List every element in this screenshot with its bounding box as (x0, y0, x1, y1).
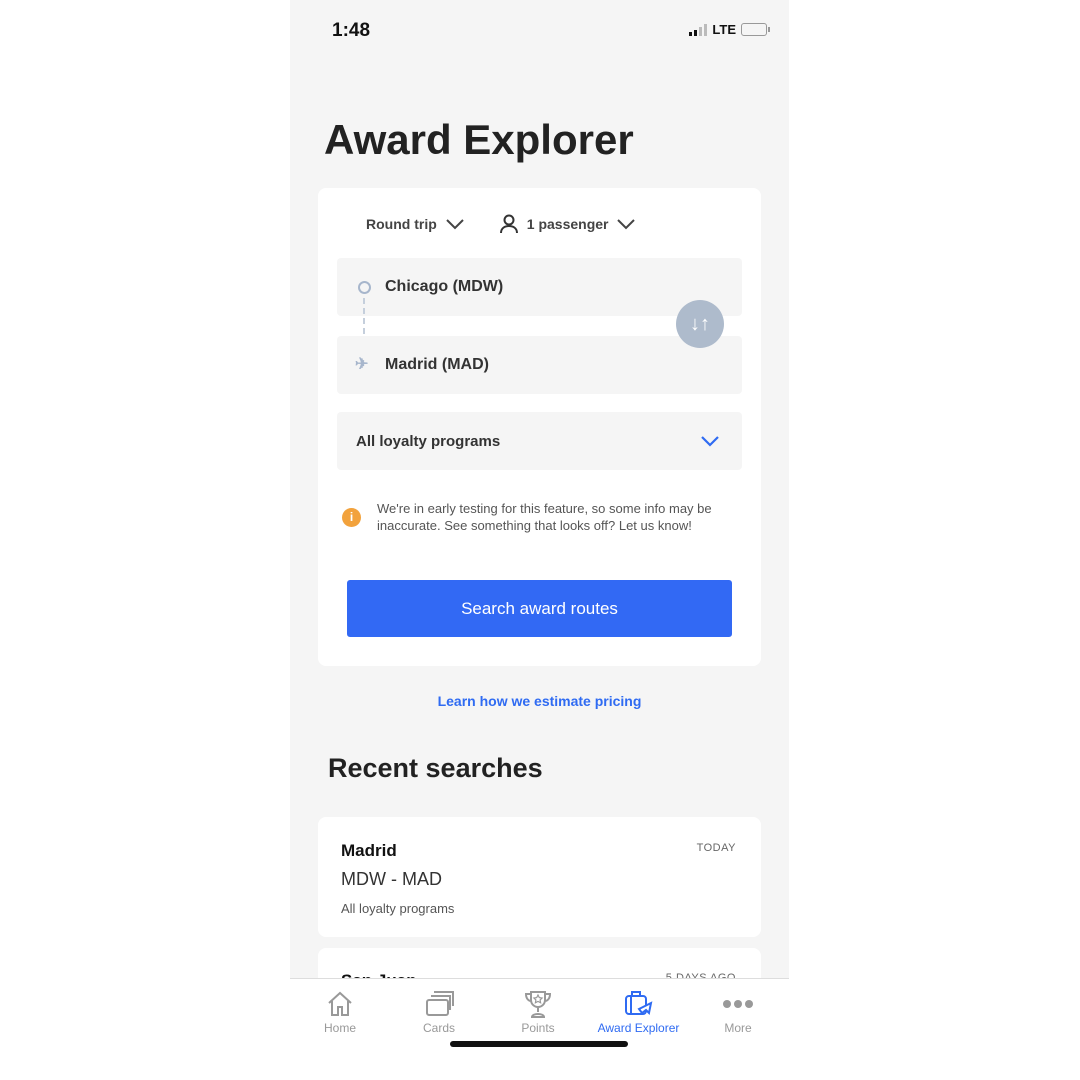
phone-screen: 1:48 LTE Award Explorer Round trip 1 pas… (290, 0, 789, 1080)
tab-points[interactable]: Points (488, 987, 588, 1035)
loyalty-program-dropdown[interactable]: All loyalty programs (337, 412, 742, 470)
loyalty-program-value: All loyalty programs (356, 432, 501, 450)
tab-label: Home (323, 1021, 356, 1035)
tab-cards[interactable]: Cards (389, 987, 489, 1035)
learn-pricing-link[interactable]: Learn how we estimate pricing (290, 693, 789, 709)
luggage-plane-icon (587, 987, 690, 1021)
chevron-down-icon (446, 219, 464, 230)
search-award-routes-button[interactable]: Search award routes (347, 580, 732, 637)
home-icon (290, 987, 390, 1021)
origin-circle-icon (358, 281, 371, 294)
plane-icon: ✈ (355, 356, 369, 373)
status-bar: 1:48 LTE (290, 18, 789, 42)
passenger-label: 1 passenger (526, 216, 609, 232)
signal-icon (689, 23, 708, 36)
swap-arrows-icon: ↓↑ (690, 312, 710, 335)
more-icon (688, 987, 788, 1021)
page-title: Award Explorer (324, 116, 634, 163)
info-icon: i (342, 507, 361, 527)
home-indicator[interactable] (450, 1041, 628, 1047)
network-label: LTE (712, 22, 736, 37)
tab-label: Points (521, 1021, 555, 1035)
tab-award-explorer[interactable]: Award Explorer (587, 987, 690, 1035)
search-form-card: Round trip 1 passenger Chicago (MDW) ✈ M… (318, 188, 761, 666)
tab-home[interactable]: Home (290, 987, 390, 1035)
swap-button[interactable]: ↓↑ (676, 300, 724, 348)
chevron-down-icon (701, 436, 719, 447)
destination-field[interactable]: ✈ Madrid (MAD) (337, 336, 742, 394)
trip-type-label: Round trip (366, 216, 437, 232)
search-name: Madrid (341, 841, 397, 860)
tab-more[interactable]: More (688, 987, 788, 1035)
trophy-icon (488, 987, 588, 1021)
clock: 1:48 (332, 20, 371, 41)
person-icon (499, 214, 518, 234)
tab-label: More (724, 1021, 752, 1035)
notice-text: We're in early testing for this feature,… (377, 501, 712, 533)
tab-bar: Home Cards Points Award Explorer More (290, 978, 789, 1080)
tab-label: Cards (422, 1021, 455, 1035)
beta-notice: i We're in early testing for this featur… (342, 500, 732, 534)
origin-value: Chicago (MDW) (385, 278, 504, 295)
chevron-down-icon (617, 219, 636, 230)
search-programs: All loyalty programs (341, 901, 455, 916)
recent-searches-heading: Recent searches (328, 753, 543, 783)
tab-label: Award Explorer (597, 1021, 680, 1035)
search-route: MDW - MAD (341, 869, 442, 889)
destination-value: Madrid (MAD) (385, 356, 489, 373)
recent-search-item[interactable]: Madrid TODAY MDW - MAD All loyalty progr… (318, 817, 761, 937)
passenger-dropdown[interactable]: 1 passenger (499, 214, 637, 234)
cards-icon (389, 987, 489, 1021)
trip-type-dropdown[interactable]: Round trip (366, 216, 465, 232)
battery-icon (741, 23, 770, 36)
search-date: TODAY (696, 842, 736, 854)
